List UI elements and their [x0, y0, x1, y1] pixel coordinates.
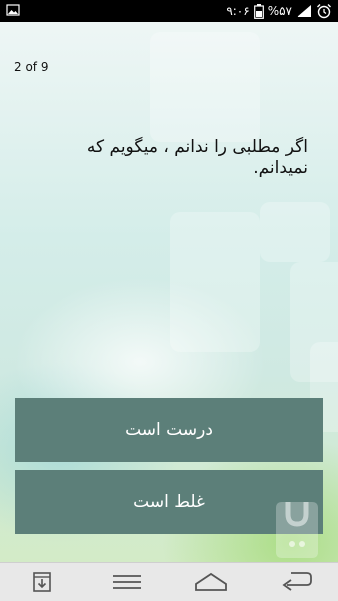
false-answer-label: غلط است	[133, 492, 205, 512]
download-button[interactable]	[17, 564, 67, 600]
clock: ۹:۰۶	[226, 4, 250, 18]
decor-panel	[170, 212, 260, 352]
battery-percent: %۵۷	[267, 4, 292, 18]
navigation-bar	[0, 562, 338, 601]
decor-panel	[260, 202, 330, 262]
gallery-icon	[6, 4, 20, 16]
bazaar-watermark-icon	[276, 502, 318, 558]
menu-button[interactable]	[102, 564, 152, 600]
status-icons: ۹:۰۶ %۵۷	[226, 2, 332, 20]
decor-panel	[150, 32, 260, 142]
back-button[interactable]	[271, 564, 321, 600]
true-answer-button[interactable]: درست است	[15, 398, 323, 462]
download-icon	[33, 572, 52, 592]
menu-icon	[112, 575, 141, 589]
home-button[interactable]	[186, 564, 236, 600]
status-bar: ۹:۰۶ %۵۷	[0, 0, 338, 22]
battery-icon	[253, 3, 264, 19]
signal-icon	[297, 5, 311, 17]
alarm-icon	[317, 4, 331, 19]
true-answer-label: درست است	[125, 420, 213, 440]
back-icon	[282, 572, 312, 591]
question-counter: 2 of 9	[14, 60, 49, 74]
question-text: اگر مطلبی را ندانم ، میگویم که نمیدانم.	[86, 137, 308, 178]
home-icon	[195, 572, 228, 591]
